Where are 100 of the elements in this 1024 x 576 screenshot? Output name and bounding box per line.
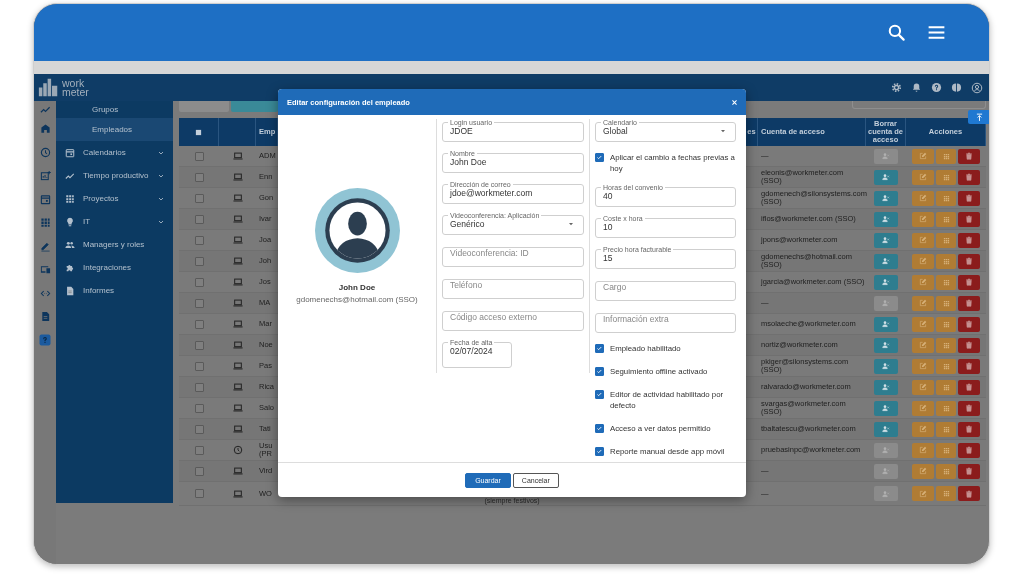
edit-button[interactable] <box>912 211 934 227</box>
input-field[interactable]: Información extra <box>595 313 736 333</box>
remove-access-button[interactable] <box>874 232 898 248</box>
delete-button[interactable] <box>958 463 980 479</box>
edit-button[interactable] <box>912 295 934 311</box>
edit-button[interactable] <box>912 421 934 437</box>
checkbox[interactable] <box>595 424 604 433</box>
edit-button[interactable] <box>912 232 934 248</box>
row-checkbox[interactable] <box>194 361 204 371</box>
remove-access-button[interactable] <box>874 295 898 311</box>
remove-access-button[interactable] <box>874 190 898 206</box>
close-button[interactable] <box>731 98 738 106</box>
help-icon[interactable] <box>39 334 51 347</box>
search-icon[interactable] <box>887 23 906 42</box>
calendar-button[interactable] <box>936 379 956 395</box>
delete-button[interactable] <box>958 190 980 206</box>
row-checkbox[interactable] <box>194 319 204 329</box>
delete-button[interactable] <box>958 486 980 501</box>
delete-button[interactable] <box>958 421 980 437</box>
calendar-button[interactable] <box>936 400 956 416</box>
remove-access-button[interactable] <box>874 442 898 458</box>
delete-button[interactable] <box>958 148 980 164</box>
row-checkbox[interactable] <box>194 214 204 224</box>
remove-access-button[interactable] <box>874 148 898 164</box>
row-checkbox[interactable] <box>194 340 204 350</box>
edit-button[interactable] <box>912 358 934 374</box>
sidebar-item[interactable]: Managers y roles <box>56 233 173 256</box>
edit-button[interactable] <box>912 379 934 395</box>
calendar-button[interactable] <box>936 463 956 479</box>
sidebar-item[interactable]: Integraciones <box>56 256 173 279</box>
search-field[interactable] <box>852 101 986 109</box>
row-checkbox[interactable] <box>194 172 204 182</box>
user-icon[interactable] <box>971 81 983 94</box>
clock-icon[interactable] <box>39 146 51 158</box>
sidebar-item[interactable]: Empleados <box>56 118 173 141</box>
remove-access-button[interactable] <box>874 463 898 479</box>
calendar-button[interactable] <box>936 232 956 248</box>
remove-access-button[interactable] <box>874 253 898 269</box>
calendar-button[interactable] <box>936 148 956 164</box>
remove-access-button[interactable] <box>874 400 898 416</box>
edit-button[interactable] <box>912 400 934 416</box>
row-checkbox[interactable] <box>194 489 204 498</box>
remove-access-button[interactable] <box>874 274 898 290</box>
settings-icon[interactable] <box>891 82 902 93</box>
calendar-button[interactable] <box>936 169 956 185</box>
delete-button[interactable] <box>958 211 980 227</box>
scroll-top-button[interactable] <box>968 110 989 124</box>
sidebar-item[interactable]: Informes <box>56 279 173 302</box>
delete-button[interactable] <box>958 295 980 311</box>
calendar-button[interactable] <box>936 337 956 353</box>
delete-button[interactable] <box>958 274 980 290</box>
checkbox[interactable] <box>595 390 604 399</box>
document-icon[interactable] <box>39 311 51 323</box>
input-field[interactable]: Videoconferencia: ID <box>442 247 584 267</box>
row-checkbox[interactable] <box>194 403 204 413</box>
calendar-button[interactable] <box>936 190 956 206</box>
help-icon[interactable] <box>931 82 942 93</box>
row-checkbox[interactable] <box>194 424 204 434</box>
remove-access-button[interactable] <box>874 316 898 332</box>
select-all-checkbox[interactable] <box>194 127 203 137</box>
sidebar-item[interactable]: Grupos <box>56 101 173 118</box>
remove-access-button[interactable] <box>874 169 898 185</box>
grid-icon[interactable] <box>39 217 51 229</box>
remove-access-button[interactable] <box>874 211 898 227</box>
row-checkbox[interactable] <box>194 277 204 287</box>
edit-button[interactable] <box>912 253 934 269</box>
delete-button[interactable] <box>958 379 980 395</box>
remove-access-button[interactable] <box>874 337 898 353</box>
remove-access-button[interactable] <box>874 358 898 374</box>
row-checkbox[interactable] <box>194 193 204 203</box>
sidebar-item[interactable]: Tiempo productivo <box>56 164 173 187</box>
row-checkbox[interactable] <box>194 298 204 308</box>
delete-button[interactable] <box>958 253 980 269</box>
calendar-button[interactable] <box>936 421 956 437</box>
checkbox[interactable] <box>595 344 604 353</box>
calendar-button[interactable] <box>936 253 956 269</box>
brain-icon[interactable] <box>951 82 962 93</box>
sidebar-item[interactable]: Proyectos <box>56 187 173 210</box>
remove-access-button[interactable] <box>874 486 898 501</box>
checkbox[interactable] <box>595 367 604 376</box>
row-checkbox[interactable] <box>194 466 204 476</box>
row-checkbox[interactable] <box>194 445 204 455</box>
pen-icon[interactable] <box>39 240 51 252</box>
edit-button[interactable] <box>912 148 934 164</box>
calendar-button[interactable] <box>936 442 956 458</box>
sidebar-item[interactable]: IT <box>56 210 173 233</box>
checkbox[interactable] <box>595 447 604 456</box>
remove-access-button[interactable] <box>874 379 898 395</box>
delete-button[interactable] <box>958 400 980 416</box>
row-checkbox[interactable] <box>194 151 204 161</box>
calendar-icon[interactable] <box>39 193 51 205</box>
home-icon[interactable] <box>39 123 51 135</box>
delete-button[interactable] <box>958 169 980 185</box>
edit-button[interactable] <box>912 274 934 290</box>
calendar-button[interactable] <box>936 211 956 227</box>
calendar-button[interactable] <box>936 295 956 311</box>
calendar-button[interactable] <box>936 358 956 374</box>
edit-button[interactable] <box>912 169 934 185</box>
edit-button[interactable] <box>912 486 934 501</box>
checkbox[interactable] <box>595 153 604 162</box>
